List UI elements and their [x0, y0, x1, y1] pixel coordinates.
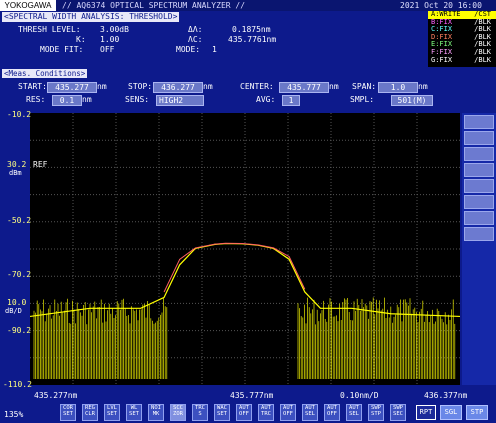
center-label: CENTER: — [240, 82, 274, 91]
avg-label: AVG: — [256, 95, 276, 104]
sens-label: SENS: — [125, 95, 150, 104]
repeat-button[interactable]: RPT — [416, 405, 436, 420]
function-button[interactable]: AUT SEL — [302, 404, 318, 421]
smpl-label: SMPL: — [350, 95, 375, 104]
y-label-top: -10.2 — [7, 110, 32, 119]
lc-label: ΛC: — [188, 35, 203, 44]
mode-label: MODE: — [176, 45, 201, 54]
softkey-4[interactable] — [464, 163, 494, 177]
y-label-ref: 30.2 — [7, 160, 27, 169]
res-label: RES: — [26, 95, 46, 104]
meas-header: <Meas. Conditions> — [2, 69, 88, 78]
x-label-center: 435.777nm — [230, 391, 274, 400]
softkey-1[interactable] — [464, 115, 494, 129]
function-button[interactable]: AUT OFF — [280, 404, 296, 421]
function-button[interactable]: REG CLR — [82, 404, 98, 421]
softkey-6[interactable] — [464, 195, 494, 209]
dl-value: 0.1875nm — [232, 25, 271, 34]
x-label-span: 0.10nm/D — [340, 391, 379, 400]
function-button[interactable]: LVL SET — [104, 404, 120, 421]
start-label: START: — [18, 82, 47, 91]
softkey-3[interactable] — [464, 147, 494, 161]
y-label-3: -50.2 — [7, 216, 32, 225]
trace-row[interactable]: G:FIX/BLK — [428, 55, 496, 65]
y-scale-label: 10.0 — [7, 298, 27, 307]
span-label: SPAN: — [352, 82, 377, 91]
right-button-bar — [462, 113, 496, 385]
smpl-field[interactable]: 501(M) — [391, 95, 433, 106]
sens-field[interactable]: HIGH2 — [156, 95, 204, 106]
thresh-value: 3.00dB — [100, 25, 129, 34]
function-button[interactable]: AUT TRC — [258, 404, 274, 421]
y-scale-unit: dB/D — [5, 307, 22, 315]
y-label-4: -70.2 — [7, 270, 32, 279]
function-button[interactable]: NOI MK — [148, 404, 164, 421]
stop-unit: nm — [203, 82, 213, 91]
res-field[interactable]: 0.1 — [52, 95, 82, 106]
function-button[interactable]: TRC S — [192, 404, 208, 421]
spectrum-svg — [29, 113, 461, 385]
function-button[interactable]: AUT OFF — [236, 404, 252, 421]
function-button[interactable]: WAC SET — [214, 404, 230, 421]
center-unit: nm — [329, 82, 339, 91]
k-label: K: — [76, 35, 86, 44]
y-unit-label: dBm — [9, 169, 22, 177]
function-button[interactable]: SWP STP — [368, 404, 384, 421]
function-button[interactable]: COR SET — [60, 404, 76, 421]
trace-name: G:FIX — [431, 55, 453, 64]
spectrum-plot[interactable] — [29, 113, 461, 385]
start-unit: nm — [97, 82, 107, 91]
analysis-header: <SPECTRAL WIDTH ANALYSIS: THRESHOLD> — [2, 12, 180, 22]
mode-fit-value: OFF — [100, 45, 115, 54]
dl-label: ΔΛ: — [188, 25, 203, 34]
center-field[interactable]: 435.777 — [279, 82, 329, 93]
stop-field[interactable]: 436.277 — [153, 82, 203, 93]
single-button[interactable]: SGL — [440, 405, 462, 420]
function-button[interactable]: SWP SEC — [390, 404, 406, 421]
noise-floor — [33, 297, 456, 380]
softkey-5[interactable] — [464, 179, 494, 193]
k-value: 1.00 — [100, 35, 120, 44]
avg-field[interactable]: 1 — [282, 95, 300, 106]
x-label-left: 435.277nm — [34, 391, 78, 400]
y-label-bottom: -110.2 — [3, 380, 32, 389]
threshold-trace — [163, 242, 306, 293]
lc-value: 435.7761nm — [228, 35, 277, 44]
trace-mode: /BLK — [474, 55, 491, 64]
function-button[interactable]: AUT SEL — [346, 404, 362, 421]
function-button[interactable]: WL SET — [126, 404, 142, 421]
mode-value: 1 — [212, 45, 217, 54]
ref-label: REF — [33, 160, 48, 169]
stop-label: STOP: — [128, 82, 153, 91]
x-label-right: 436.377nm — [424, 391, 468, 400]
span-field[interactable]: 1.0 — [378, 82, 418, 93]
span-unit: nm — [418, 82, 428, 91]
brand-logo: YOKOGAWA — [0, 0, 56, 11]
app-title: // AQ6374 OPTICAL SPECTRUM ANALYZER // — [62, 1, 246, 10]
y-label-5: -90.2 — [7, 326, 32, 335]
zoom-percent: 135% — [4, 410, 24, 419]
function-button[interactable]: SCC ZOR — [170, 404, 186, 421]
function-button[interactable]: AUT OFF — [324, 404, 340, 421]
softkey-7[interactable] — [464, 211, 494, 225]
softkey-8[interactable] — [464, 227, 494, 241]
res-unit: nm — [82, 95, 92, 104]
mode-fit-label: MODE FIT: — [40, 45, 84, 54]
stop-button[interactable]: STP — [466, 405, 488, 420]
start-field[interactable]: 435.277 — [47, 82, 97, 93]
softkey-2[interactable] — [464, 131, 494, 145]
thresh-label: THRESH LEVEL: — [18, 25, 81, 34]
trace-panel: A:WRITE/CST B:FIX/BLK C:FIX/BLK D:FIX/BLK E:… — [428, 10, 496, 67]
